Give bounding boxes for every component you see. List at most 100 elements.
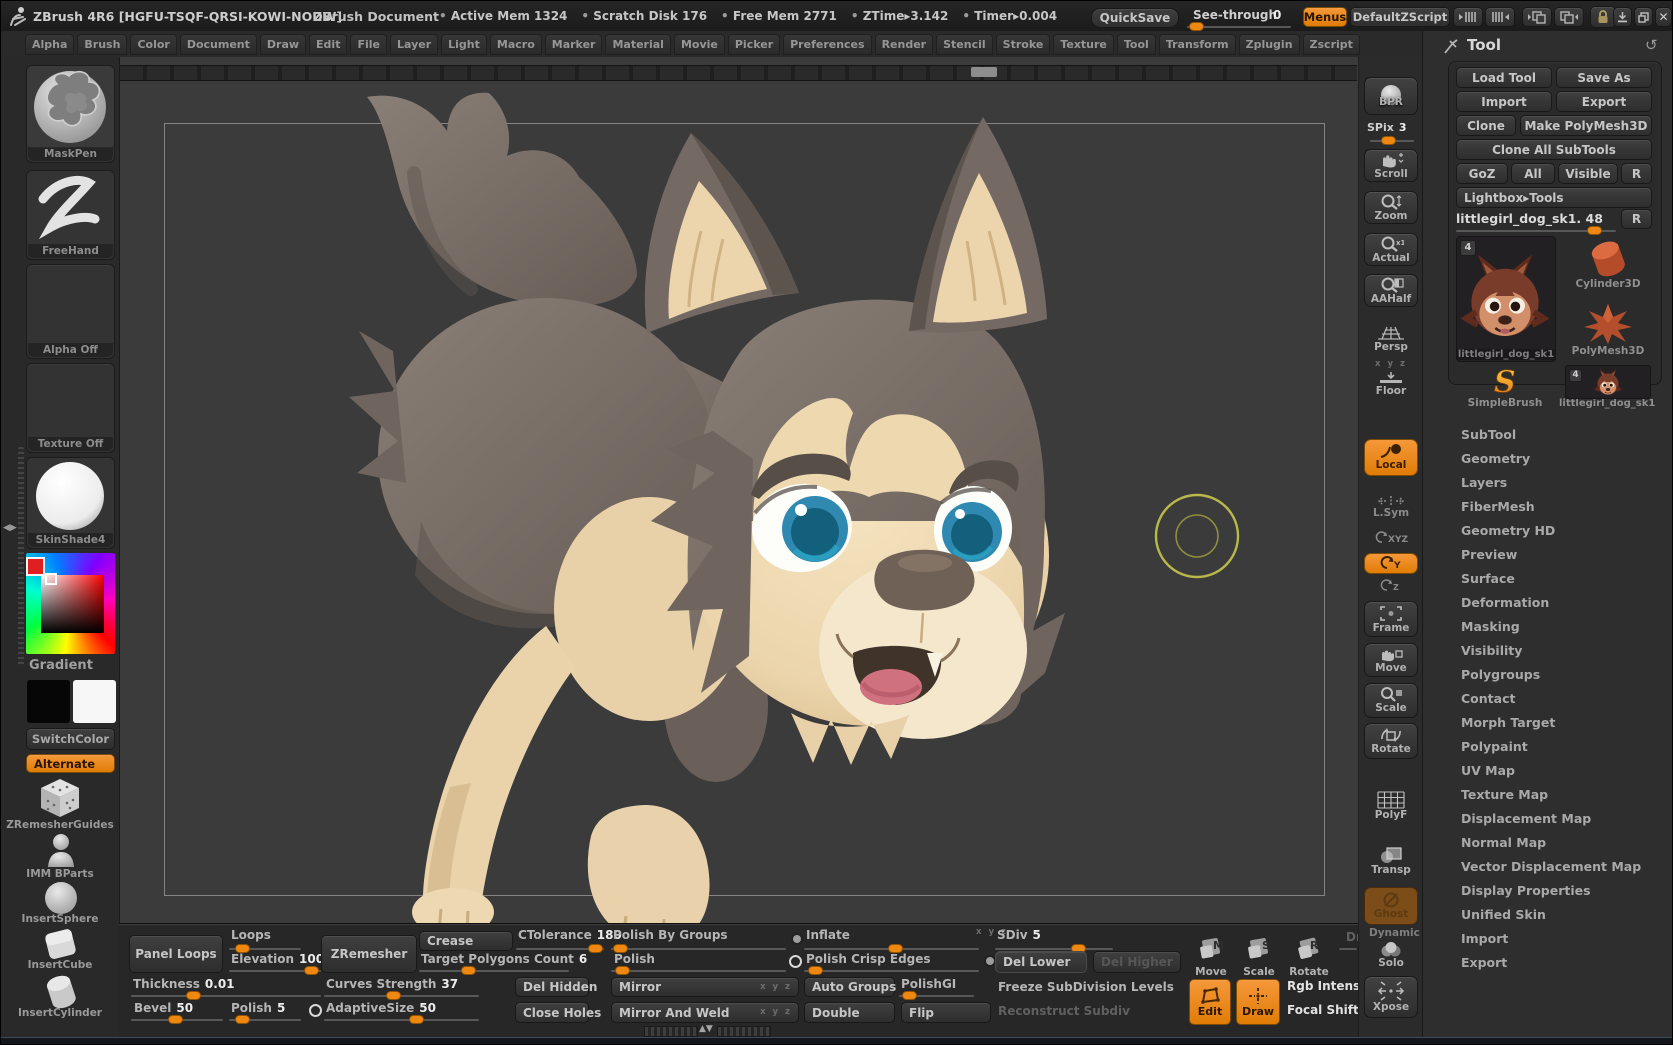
tool-slider[interactable] (1456, 230, 1616, 232)
menu-tab[interactable]: Render (875, 34, 934, 55)
copy-layout-left-button[interactable] (1522, 7, 1552, 27)
tool-section-item[interactable]: Import (1451, 927, 1671, 951)
menu-tab[interactable]: Stroke (996, 34, 1051, 55)
spix-slider[interactable] (1370, 140, 1414, 142)
menu-tab[interactable]: Edit (309, 34, 347, 55)
auto-groups-button[interactable]: Auto Groups (804, 977, 895, 997)
menu-tab[interactable]: Alpha (25, 34, 74, 55)
polymesh3d-tool[interactable]: PolyMesh3D (1561, 301, 1655, 363)
solo-button[interactable]: Solo (1364, 939, 1418, 971)
tool-section-item[interactable]: SubTool (1451, 423, 1671, 447)
viewport-canvas[interactable] (119, 57, 1358, 1037)
default-zscript-button[interactable]: DefaultZScript (1350, 7, 1450, 27)
simplebrush-tool[interactable]: S SimpleBrush (1456, 365, 1554, 411)
tool-section-item[interactable]: FiberMesh (1451, 495, 1671, 519)
close-holes-button[interactable]: Close Holes (515, 1002, 589, 1023)
menus-button[interactable]: Menus (1303, 7, 1347, 27)
mirror-and-weld-button[interactable]: Mirror And Weldx y z (611, 1002, 799, 1023)
stroke-replay-right-button[interactable] (1485, 7, 1515, 27)
ghost-button[interactable]: Ghost (1364, 887, 1418, 925)
menu-tab[interactable]: Zplugin (1239, 34, 1300, 55)
polish-by-groups-slider[interactable] (611, 948, 786, 950)
menu-tab[interactable]: Macro (490, 34, 542, 55)
tool-section-item[interactable]: Texture Map (1451, 783, 1671, 807)
crease-button[interactable]: Crease (419, 931, 513, 951)
stroke-thumbnail[interactable]: FreeHand (26, 170, 115, 260)
transp-button[interactable]: Transp (1364, 843, 1418, 879)
bpr-button[interactable]: BPR (1364, 77, 1418, 115)
polish-slider[interactable] (611, 970, 786, 972)
tool-section-item[interactable]: Surface (1451, 567, 1671, 591)
tray-drag-strip[interactable] (18, 447, 24, 667)
stroke-replay-left-button[interactable] (1453, 7, 1483, 27)
bevel-slider[interactable] (131, 1019, 223, 1021)
adaptive-size-slider[interactable] (324, 1019, 479, 1021)
local-button[interactable]: Local (1364, 439, 1418, 476)
tool-rename-button[interactable]: R (1621, 209, 1652, 229)
tool-section-item[interactable]: Preview (1451, 543, 1671, 567)
edit-button[interactable]: Edit (1189, 979, 1231, 1025)
menu-tab[interactable]: Tool (1117, 34, 1156, 55)
menu-tab[interactable]: Movie (674, 34, 725, 55)
gz-button[interactable]: Z (1364, 577, 1418, 594)
frame-button[interactable]: Frame (1364, 601, 1418, 637)
menu-tab[interactable]: Material (605, 34, 670, 55)
insert-cylinder-tool[interactable] (41, 973, 81, 1009)
clone-all-subtools-button[interactable]: Clone All SubTools (1456, 139, 1652, 160)
menu-tab[interactable]: Brush (77, 34, 127, 55)
active-tool-thumbnail[interactable]: 4 littlegirl_dog_sk1 (1456, 236, 1556, 362)
shelf-scroll-right[interactable] (717, 1026, 771, 1037)
inflate-slider[interactable] (804, 948, 979, 950)
menu-tab[interactable]: Layer (390, 34, 438, 55)
curves-strength-slider[interactable] (324, 995, 479, 997)
recent-tool-thumbnail[interactable]: 4 littlegirl_dog_sk1 (1559, 365, 1655, 411)
polyf-button[interactable]: PolyF (1364, 789, 1418, 823)
tool-section-item[interactable]: Masking (1451, 615, 1671, 639)
tool-section-item[interactable]: Deformation (1451, 591, 1671, 615)
aahalf-button[interactable]: AAHalf (1364, 274, 1418, 307)
scale-button[interactable]: Scale (1364, 683, 1418, 718)
mirror-button[interactable]: Mirrorx y z (611, 977, 799, 997)
texture-thumbnail[interactable]: Texture Off (26, 363, 115, 453)
menu-tab[interactable]: Zscript (1303, 34, 1360, 55)
tool-section-item[interactable]: Displacement Map (1451, 807, 1671, 831)
shelf-scroll-arrows[interactable]: ▲▼ (699, 1024, 713, 1034)
restore-button[interactable] (1634, 7, 1653, 27)
alternate-button[interactable]: Alternate (26, 754, 115, 773)
thickness-slider[interactable] (131, 995, 321, 997)
zremesher-guides-tool[interactable] (37, 777, 83, 819)
rotate-button[interactable]: Rotate (1364, 723, 1418, 759)
menu-tab[interactable]: Light (441, 34, 487, 55)
lightbox-tools-button[interactable]: Lightbox▸Tools (1456, 187, 1652, 208)
polish-crisp-slider[interactable] (804, 970, 979, 972)
color-picker[interactable] (26, 553, 115, 654)
polish-by-groups-mode-dot[interactable] (791, 933, 803, 945)
loops-slider[interactable] (229, 948, 301, 950)
tool-section-item[interactable]: Polygroups (1451, 663, 1671, 687)
menu-tab[interactable]: Transform (1159, 34, 1236, 55)
move-button[interactable]: Move (1364, 643, 1418, 677)
gy-button[interactable]: Y (1364, 553, 1418, 574)
goz-r-button[interactable]: R (1621, 163, 1652, 184)
insert-sphere-tool[interactable] (43, 881, 79, 915)
shelf-scroll-left[interactable] (644, 1026, 698, 1037)
cut-slider[interactable] (1339, 948, 1357, 950)
main-color-swatch[interactable] (26, 679, 71, 724)
menu-tab[interactable]: Draw (260, 34, 306, 55)
lsym-button[interactable]: L.Sym (1364, 493, 1418, 521)
material-thumbnail[interactable]: SkinShade4 (26, 457, 115, 549)
load-tool-button[interactable]: Load Tool (1456, 67, 1552, 88)
tool-section-item[interactable]: Geometry (1451, 447, 1671, 471)
menu-tab[interactable]: Picker (728, 34, 780, 55)
tool-section-item[interactable]: Polypaint (1451, 735, 1671, 759)
tool-section-item[interactable]: Layers (1451, 471, 1671, 495)
menu-tab[interactable]: Stencil (936, 34, 993, 55)
quicksave-button[interactable]: QuickSave (1091, 8, 1179, 28)
saturation-square[interactable] (41, 575, 104, 633)
polish5-slider[interactable] (229, 1019, 301, 1021)
clone-button[interactable]: Clone (1456, 115, 1516, 136)
del-hidden-button[interactable]: Del Hidden (515, 977, 589, 997)
del-higher-button[interactable]: Del Higher (1093, 951, 1181, 973)
tool-section-item[interactable]: Display Properties (1451, 879, 1671, 903)
tool-section-item[interactable]: Normal Map (1451, 831, 1671, 855)
